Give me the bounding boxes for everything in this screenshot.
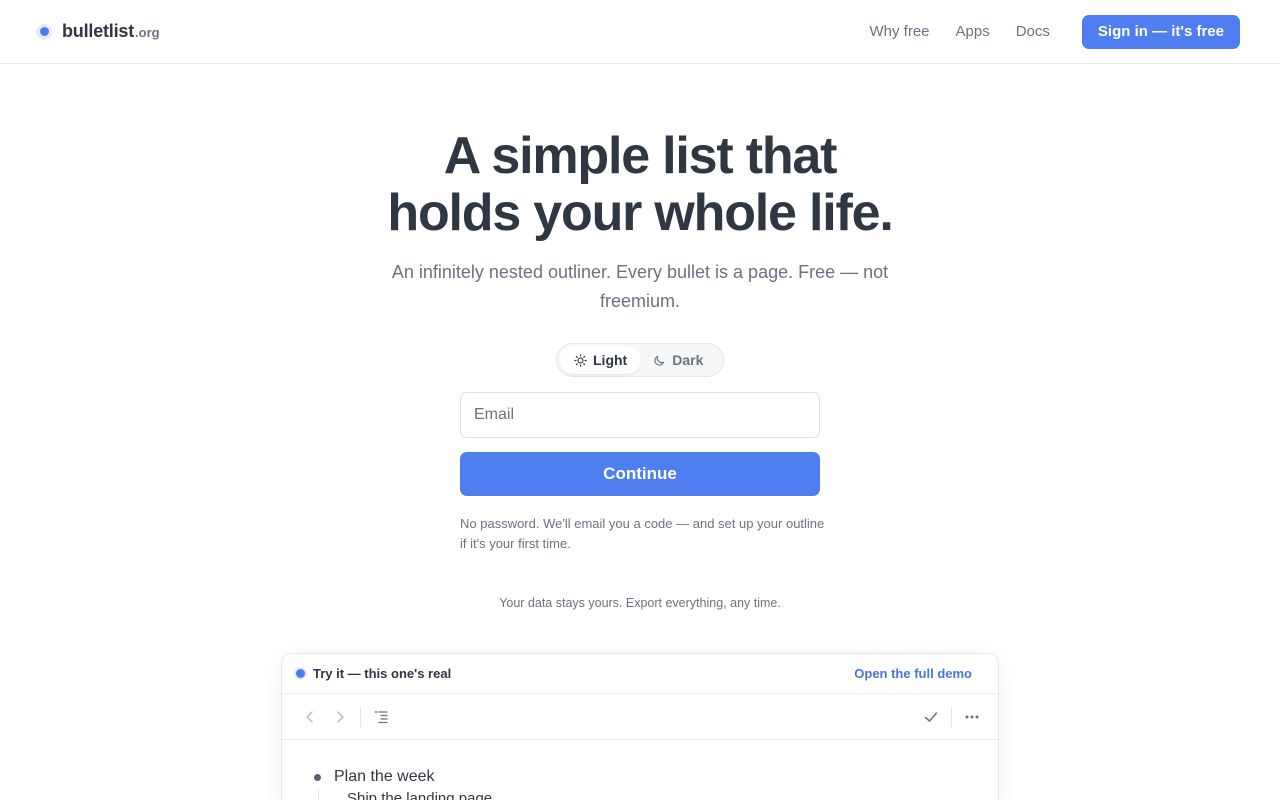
logo-bullet-icon	[36, 23, 52, 40]
chevron-left-icon[interactable]	[302, 709, 318, 725]
list-item[interactable]: Plan the week	[314, 768, 998, 786]
theme-light-label: Light	[593, 352, 628, 368]
demo-toolbar	[282, 694, 998, 740]
demo-outline: Plan the week Ship the landing page	[282, 740, 998, 800]
theme-light-option[interactable]: Light	[559, 346, 642, 374]
list-item-text[interactable]: Plan the week	[334, 768, 435, 786]
more-icon[interactable]	[964, 709, 980, 725]
toolbar-right	[923, 706, 980, 727]
hero-title-line-1: A simple list that	[443, 127, 838, 185]
main-nav: Why free Apps Docs Sign in — it's free	[870, 14, 1240, 49]
demo-card: Try it — this one's real Open the full d…	[281, 653, 999, 800]
hero-title-line-2: holds your whole life.	[387, 184, 893, 242]
bullet-icon[interactable]	[314, 773, 321, 781]
nav-docs[interactable]: Docs	[1016, 23, 1050, 40]
demo-header: Try it — this one's real Open the full d…	[282, 654, 998, 694]
theme-dark-label: Dark	[672, 352, 704, 368]
sign-in-button[interactable]: Sign in — it's free	[1081, 14, 1240, 49]
chevron-right-icon[interactable]	[332, 709, 348, 725]
logo-wordmark: bulletlist.org	[62, 21, 160, 42]
theme-dark-option[interactable]: Dark	[641, 346, 717, 374]
sun-icon	[574, 353, 587, 367]
hero-subtitle: An infinitely nested outliner. Every bul…	[391, 262, 889, 311]
logo-name: bulletlist	[62, 21, 135, 41]
logo-tld: .org	[135, 25, 160, 40]
demo-title: Try it — this one's real	[313, 666, 452, 681]
toolbar-divider	[360, 706, 361, 727]
hero-title: A simple list that holds your whole life…	[0, 128, 1280, 242]
nav-why-free[interactable]: Why free	[870, 23, 930, 40]
data-ownership-note: Your data stays yours. Export everything…	[499, 596, 781, 610]
demo-bullet-icon	[296, 669, 305, 678]
email-input[interactable]	[460, 392, 820, 438]
open-full-demo-link[interactable]: Open the full demo	[854, 666, 972, 681]
list-item-child[interactable]: Ship the landing page	[318, 790, 998, 800]
login-hint: No password. We'll email you a code — an…	[460, 516, 825, 551]
nav-apps[interactable]: Apps	[956, 23, 990, 40]
continue-button[interactable]: Continue	[460, 452, 820, 496]
outline-list-icon[interactable]	[373, 709, 389, 725]
toolbar-divider-right	[951, 706, 952, 727]
moon-icon	[654, 355, 665, 366]
top-header: bulletlist.org Why free Apps Docs Sign i…	[0, 0, 1280, 64]
check-icon[interactable]	[923, 709, 939, 725]
theme-toggle: Light Dark	[556, 343, 724, 377]
logo[interactable]: bulletlist.org	[36, 21, 160, 42]
